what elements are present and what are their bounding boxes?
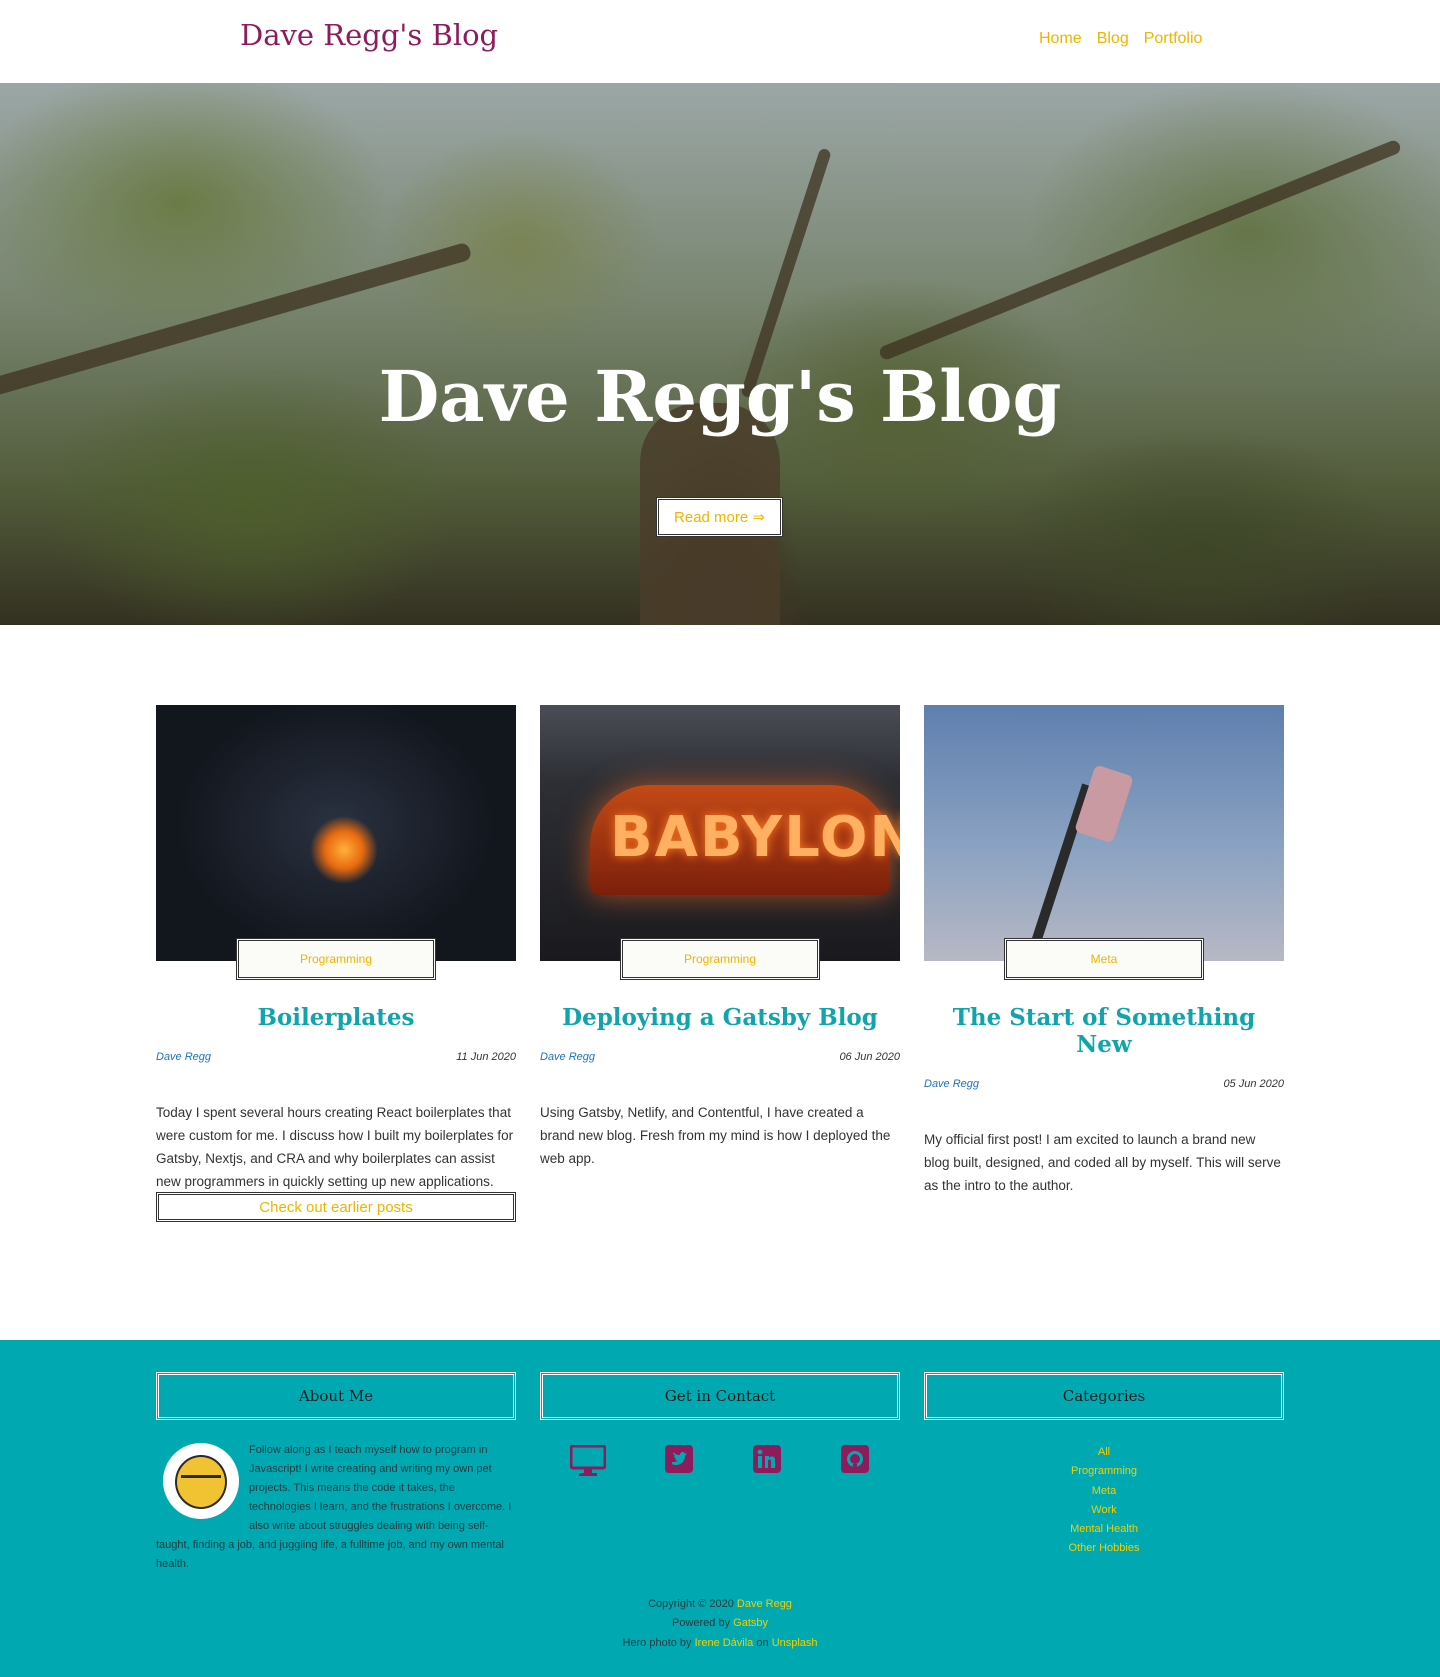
avatar-glasses — [181, 1475, 221, 1485]
photographer-link[interactable]: Irene Dávila — [695, 1637, 754, 1649]
category-mental-health[interactable]: Mental Health — [924, 1520, 1284, 1539]
twitter-icon[interactable] — [665, 1445, 695, 1475]
category-programming[interactable]: Programming — [924, 1462, 1284, 1481]
category-meta[interactable]: Meta — [924, 1482, 1284, 1501]
post-excerpt: My official first post! I am excited to … — [924, 1132, 1281, 1193]
post-tag[interactable]: Meta — [1004, 938, 1204, 980]
neon-sign-text: BABYLON — [610, 805, 900, 870]
photo-prefix: Hero photo by — [622, 1636, 692, 1649]
post-image-boilerplates[interactable] — [156, 705, 516, 961]
gatsby-link[interactable]: Gatsby — [733, 1617, 768, 1629]
brand-link[interactable]: Dave Regg's Blog — [240, 18, 498, 52]
post-meta: Dave Regg 06 Jun 2020 — [540, 1051, 900, 1063]
avatar — [163, 1443, 239, 1519]
categories-list: All Programming Meta Work Mental Health … — [924, 1443, 1284, 1559]
copyright-line: Copyright © 2020 Dave Regg — [0, 1595, 1440, 1614]
about-section: Follow along as I teach myself how to pr… — [156, 1441, 516, 1574]
photo-credit-line: Hero photo by Irene Dávila on Unsplash — [0, 1634, 1440, 1653]
post-date: 06 Jun 2020 — [839, 1051, 900, 1063]
post-author[interactable]: Dave Regg — [540, 1051, 595, 1063]
powered-prefix: Powered by — [671, 1617, 731, 1630]
posts-section: Programming Boilerplates Dave Regg 11 Ju… — [0, 625, 1440, 1340]
credits: Copyright © 2020 Dave Regg Powered by Ga… — [0, 1595, 1440, 1653]
github-icon[interactable] — [841, 1445, 871, 1475]
nav-blog[interactable]: Blog — [1097, 30, 1129, 48]
nav-portfolio[interactable]: Portfolio — [1144, 30, 1203, 48]
powered-line: Powered by Gatsby — [0, 1614, 1440, 1633]
post-meta: Dave Regg 05 Jun 2020 — [924, 1078, 1284, 1090]
category-work[interactable]: Work — [924, 1501, 1284, 1520]
post-card: Meta The Start of Something New Dave Reg… — [924, 705, 1284, 1197]
site-header: Dave Regg's Blog Home Blog Portfolio — [0, 0, 1440, 83]
post-author[interactable]: Dave Regg — [156, 1051, 211, 1063]
contact-heading: Get in Contact — [540, 1372, 900, 1420]
copyright-prefix: Copyright © 2020 — [648, 1598, 734, 1610]
post-title[interactable]: The Start of Something New — [924, 1004, 1284, 1058]
linkedin-icon[interactable] — [753, 1445, 783, 1475]
category-other-hobbies[interactable]: Other Hobbies — [924, 1539, 1284, 1558]
category-all[interactable]: All — [924, 1443, 1284, 1462]
post-tag[interactable]: Programming — [620, 938, 820, 980]
post-meta: Dave Regg 11 Jun 2020 — [156, 1051, 516, 1063]
earlier-posts-button[interactable]: Check out earlier posts — [156, 1192, 516, 1222]
post-excerpt: Using Gatsby, Netlify, and Contentful, I… — [540, 1105, 891, 1166]
post-title[interactable]: Boilerplates — [156, 1004, 516, 1031]
copyright-name-link[interactable]: Dave Regg — [737, 1598, 792, 1610]
monitor-icon[interactable] — [569, 1444, 607, 1476]
nav-home[interactable]: Home — [1039, 30, 1082, 48]
post-tag[interactable]: Programming — [236, 938, 436, 980]
about-heading: About Me — [156, 1372, 516, 1420]
post-image-gatsby[interactable]: BABYLON — [540, 705, 900, 961]
hero-title: Dave Regg's Blog — [378, 355, 1062, 438]
main-nav: Home Blog Portfolio — [1039, 30, 1202, 48]
unsplash-link[interactable]: Unsplash — [772, 1637, 818, 1649]
post-image-start[interactable] — [924, 705, 1284, 961]
post-card: BABYLON Programming Deploying a Gatsby B… — [540, 705, 900, 1170]
read-more-button[interactable]: Read more ⇒ — [656, 497, 783, 537]
post-card: Programming Boilerplates Dave Regg 11 Ju… — [156, 705, 516, 1193]
hero-banner: Dave Regg's Blog Read more ⇒ — [0, 83, 1440, 625]
phone — [1074, 764, 1134, 844]
photo-on: on — [756, 1636, 769, 1649]
post-date: 05 Jun 2020 — [1223, 1078, 1284, 1090]
post-title[interactable]: Deploying a Gatsby Blog — [540, 1004, 900, 1031]
post-excerpt: Today I spent several hours creating Rea… — [156, 1105, 514, 1189]
categories-heading: Categories — [924, 1372, 1284, 1420]
post-author[interactable]: Dave Regg — [924, 1078, 979, 1090]
site-footer: About Me Get in Contact Categories Follo… — [0, 1340, 1440, 1677]
post-date: 11 Jun 2020 — [456, 1051, 516, 1063]
hero-branch — [877, 138, 1403, 362]
